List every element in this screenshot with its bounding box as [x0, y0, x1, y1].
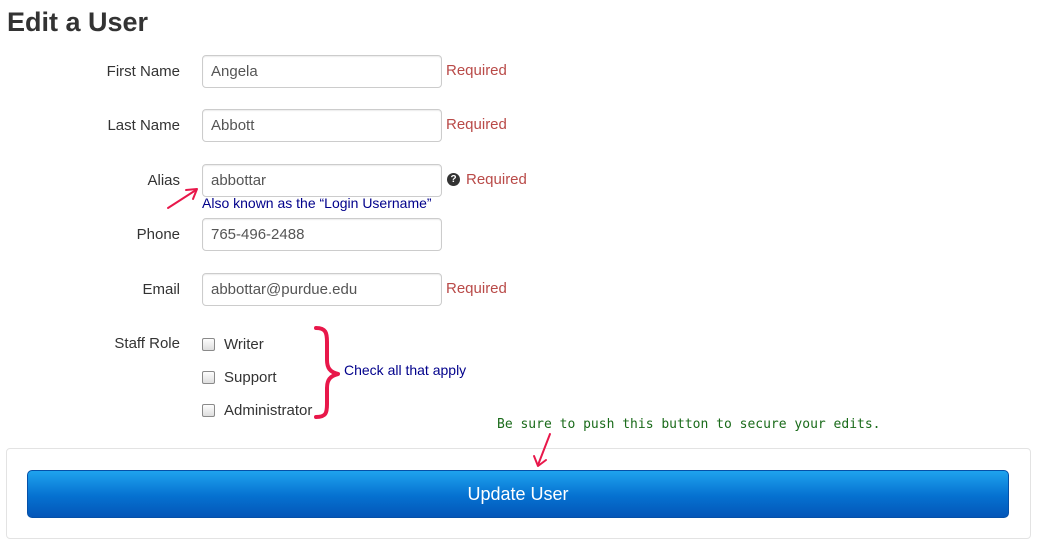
alias-required: Required [466, 171, 527, 188]
email-input[interactable] [202, 273, 442, 306]
role-option-administrator[interactable]: Administrator [202, 400, 312, 420]
curly-brace-icon [314, 326, 340, 419]
first-name-input[interactable] [202, 55, 442, 88]
first-name-required: Required [446, 62, 507, 79]
edit-user-page: Edit a User First Name Required Last Nam… [0, 0, 1042, 544]
last-name-input[interactable] [202, 109, 442, 142]
email-label: Email [142, 281, 180, 298]
button-annotation: Be sure to push this button to secure yo… [497, 417, 881, 432]
writer-checkbox[interactable] [202, 337, 215, 351]
last-name-required: Required [446, 116, 507, 133]
email-required: Required [446, 280, 507, 297]
update-user-button[interactable]: Update User [27, 470, 1009, 518]
phone-label: Phone [136, 226, 180, 243]
question-circle-icon[interactable]: ? [447, 173, 460, 186]
role-annotation: Check all that apply [344, 362, 467, 378]
alias-label: Alias [147, 172, 180, 189]
alias-annotation: Also known as the “Login Username” [202, 195, 432, 211]
support-label: Support [224, 368, 277, 386]
administrator-checkbox[interactable] [202, 403, 215, 417]
writer-label: Writer [224, 335, 264, 353]
last-name-label: Last Name [107, 117, 180, 134]
role-option-support[interactable]: Support [202, 367, 277, 387]
staff-role-label: Staff Role [114, 335, 180, 352]
role-option-writer[interactable]: Writer [202, 334, 264, 354]
form-actions: Update User [6, 448, 1031, 539]
phone-input[interactable] [202, 218, 442, 251]
page-title: Edit a User [7, 7, 149, 37]
support-checkbox[interactable] [202, 370, 215, 384]
alias-arrow-icon [167, 188, 198, 209]
first-name-label: First Name [106, 63, 180, 80]
administrator-label: Administrator [224, 401, 313, 419]
alias-input[interactable] [202, 164, 442, 197]
